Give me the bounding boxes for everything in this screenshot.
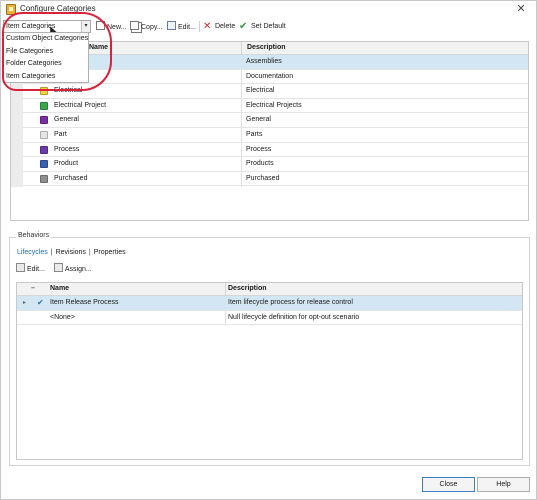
category-name: Part (54, 131, 67, 138)
toolbar-separator (199, 21, 200, 32)
edit-icon (16, 263, 25, 272)
category-description: Electrical (246, 87, 275, 95)
copy-label: Copy... (141, 24, 163, 31)
default-column-header: – (31, 285, 35, 292)
table-row[interactable]: ▸ ✔ Item Release Process Item lifecycle … (17, 296, 522, 311)
category-name: Process (54, 145, 80, 153)
category-description: Electrical Projects (246, 101, 302, 109)
tab-separator: | (88, 249, 91, 256)
edit-icon (167, 21, 176, 30)
column-header-name[interactable]: Name (89, 44, 108, 51)
assign-label: Assign... (64, 266, 92, 273)
app-icon (6, 4, 16, 15)
color-swatch-icon (40, 174, 48, 183)
chevron-down-icon[interactable]: ▾ (81, 21, 90, 32)
table-row[interactable]: Documentation (23, 70, 528, 85)
tab-revisions[interactable]: Revisions (56, 249, 86, 256)
dropdown-option[interactable]: Custom Object Categories (4, 33, 88, 46)
table-row[interactable]: Process Process (23, 143, 528, 158)
category-description: Products (246, 160, 274, 168)
tab-separator: | (50, 249, 53, 256)
new-icon (96, 21, 105, 30)
assign-icon (53, 263, 63, 272)
dropdown-option[interactable]: File Categories (4, 46, 88, 59)
set-default-button[interactable]: ✔ Set Default (239, 21, 286, 32)
delete-button[interactable]: ✕ Delete (203, 21, 235, 32)
lifecycle-description: Null lifecycle definition for opt-out sc… (228, 313, 360, 321)
category-name: Purchased (54, 174, 88, 182)
column-divider[interactable] (225, 283, 226, 296)
category-description: Assemblies (246, 58, 282, 65)
column-header-description[interactable]: Description (228, 285, 267, 292)
lifecycles-grid: – Name Description ▸ ✔ Item Release Proc… (16, 282, 523, 460)
table-row[interactable]: Electrical Project Electrical Projects (23, 99, 528, 114)
category-name: Electrical (54, 87, 83, 95)
table-row[interactable]: Part Parts (23, 128, 528, 143)
category-type-dropdown: Custom Object Categories File Categories… (3, 32, 89, 83)
close-button[interactable]: Close (422, 477, 475, 492)
title-bar: Configure Categories ✕ (1, 1, 536, 18)
copy-icon (130, 21, 139, 30)
delete-label: Delete (215, 23, 236, 30)
table-row[interactable]: General General (23, 113, 528, 128)
column-header-name[interactable]: Name (50, 285, 69, 292)
edit-button[interactable]: Edit... (167, 21, 196, 32)
column-header-description[interactable]: Description (247, 44, 286, 51)
color-swatch-icon (40, 131, 48, 139)
category-description: Parts (246, 131, 263, 138)
table-row[interactable]: <None> Null lifecycle definition for opt… (17, 311, 522, 325)
color-swatch-icon (40, 87, 48, 96)
assign-button[interactable]: Assign... (53, 263, 92, 273)
category-name: General (54, 116, 79, 124)
color-swatch-icon (40, 101, 48, 110)
delete-x-icon: ✕ (203, 21, 212, 32)
color-swatch-icon (40, 145, 48, 154)
dropdown-option[interactable]: Folder Categories (4, 58, 88, 71)
color-swatch-icon (40, 160, 48, 169)
tab-lifecycles[interactable]: Lifecycles (17, 249, 48, 256)
table-row[interactable]: Assemblies (23, 55, 528, 70)
lifecycle-name: Item Release Process (50, 299, 119, 306)
default-check-icon: ✔ (37, 298, 44, 307)
table-row[interactable]: Electrical Electrical (23, 84, 528, 99)
table-row[interactable]: Purchased Purchased (23, 172, 528, 187)
window-title: Configure Categories (20, 4, 96, 13)
behaviors-group-title: Behaviors (16, 232, 52, 239)
lifecycle-description: Item lifecycle process for release contr… (228, 299, 353, 306)
checkmark-icon: ✔ (239, 21, 248, 32)
copy-button[interactable]: Copy... (130, 21, 163, 32)
row-expand-icon[interactable]: ▸ (23, 299, 26, 306)
category-description: Purchased (246, 174, 280, 182)
help-button[interactable]: Help (477, 477, 530, 492)
color-swatch-icon (40, 116, 48, 125)
tab-properties[interactable]: Properties (94, 249, 126, 256)
grid-header: – Name Description (17, 283, 522, 296)
dropdown-option[interactable]: Item Categories (4, 71, 88, 84)
table-row[interactable]: Product Products (23, 157, 528, 172)
behavior-edit-button[interactable]: Edit... (16, 263, 45, 273)
configure-categories-dialog: Configure Categories ✕ Item Categories ▾… (0, 0, 537, 500)
close-window-icon[interactable]: ✕ (514, 2, 528, 16)
edit-label: Edit... (178, 24, 196, 31)
lifecycle-name: <None> (50, 313, 75, 321)
behavior-edit-label: Edit... (27, 266, 45, 273)
column-divider[interactable] (241, 42, 242, 55)
category-description: General (246, 116, 271, 124)
category-name: Electrical Project (54, 101, 107, 109)
category-description: Documentation (246, 72, 294, 80)
category-description: Process (246, 145, 272, 153)
set-default-label: Set Default (251, 23, 286, 30)
behavior-tabs: Lifecycles | Revisions | Properties (17, 249, 126, 256)
category-name: Product (54, 160, 79, 168)
behavior-toolbar: Edit... Assign... (16, 263, 99, 273)
new-button[interactable]: New... (96, 21, 126, 32)
new-label: New... (107, 24, 127, 31)
